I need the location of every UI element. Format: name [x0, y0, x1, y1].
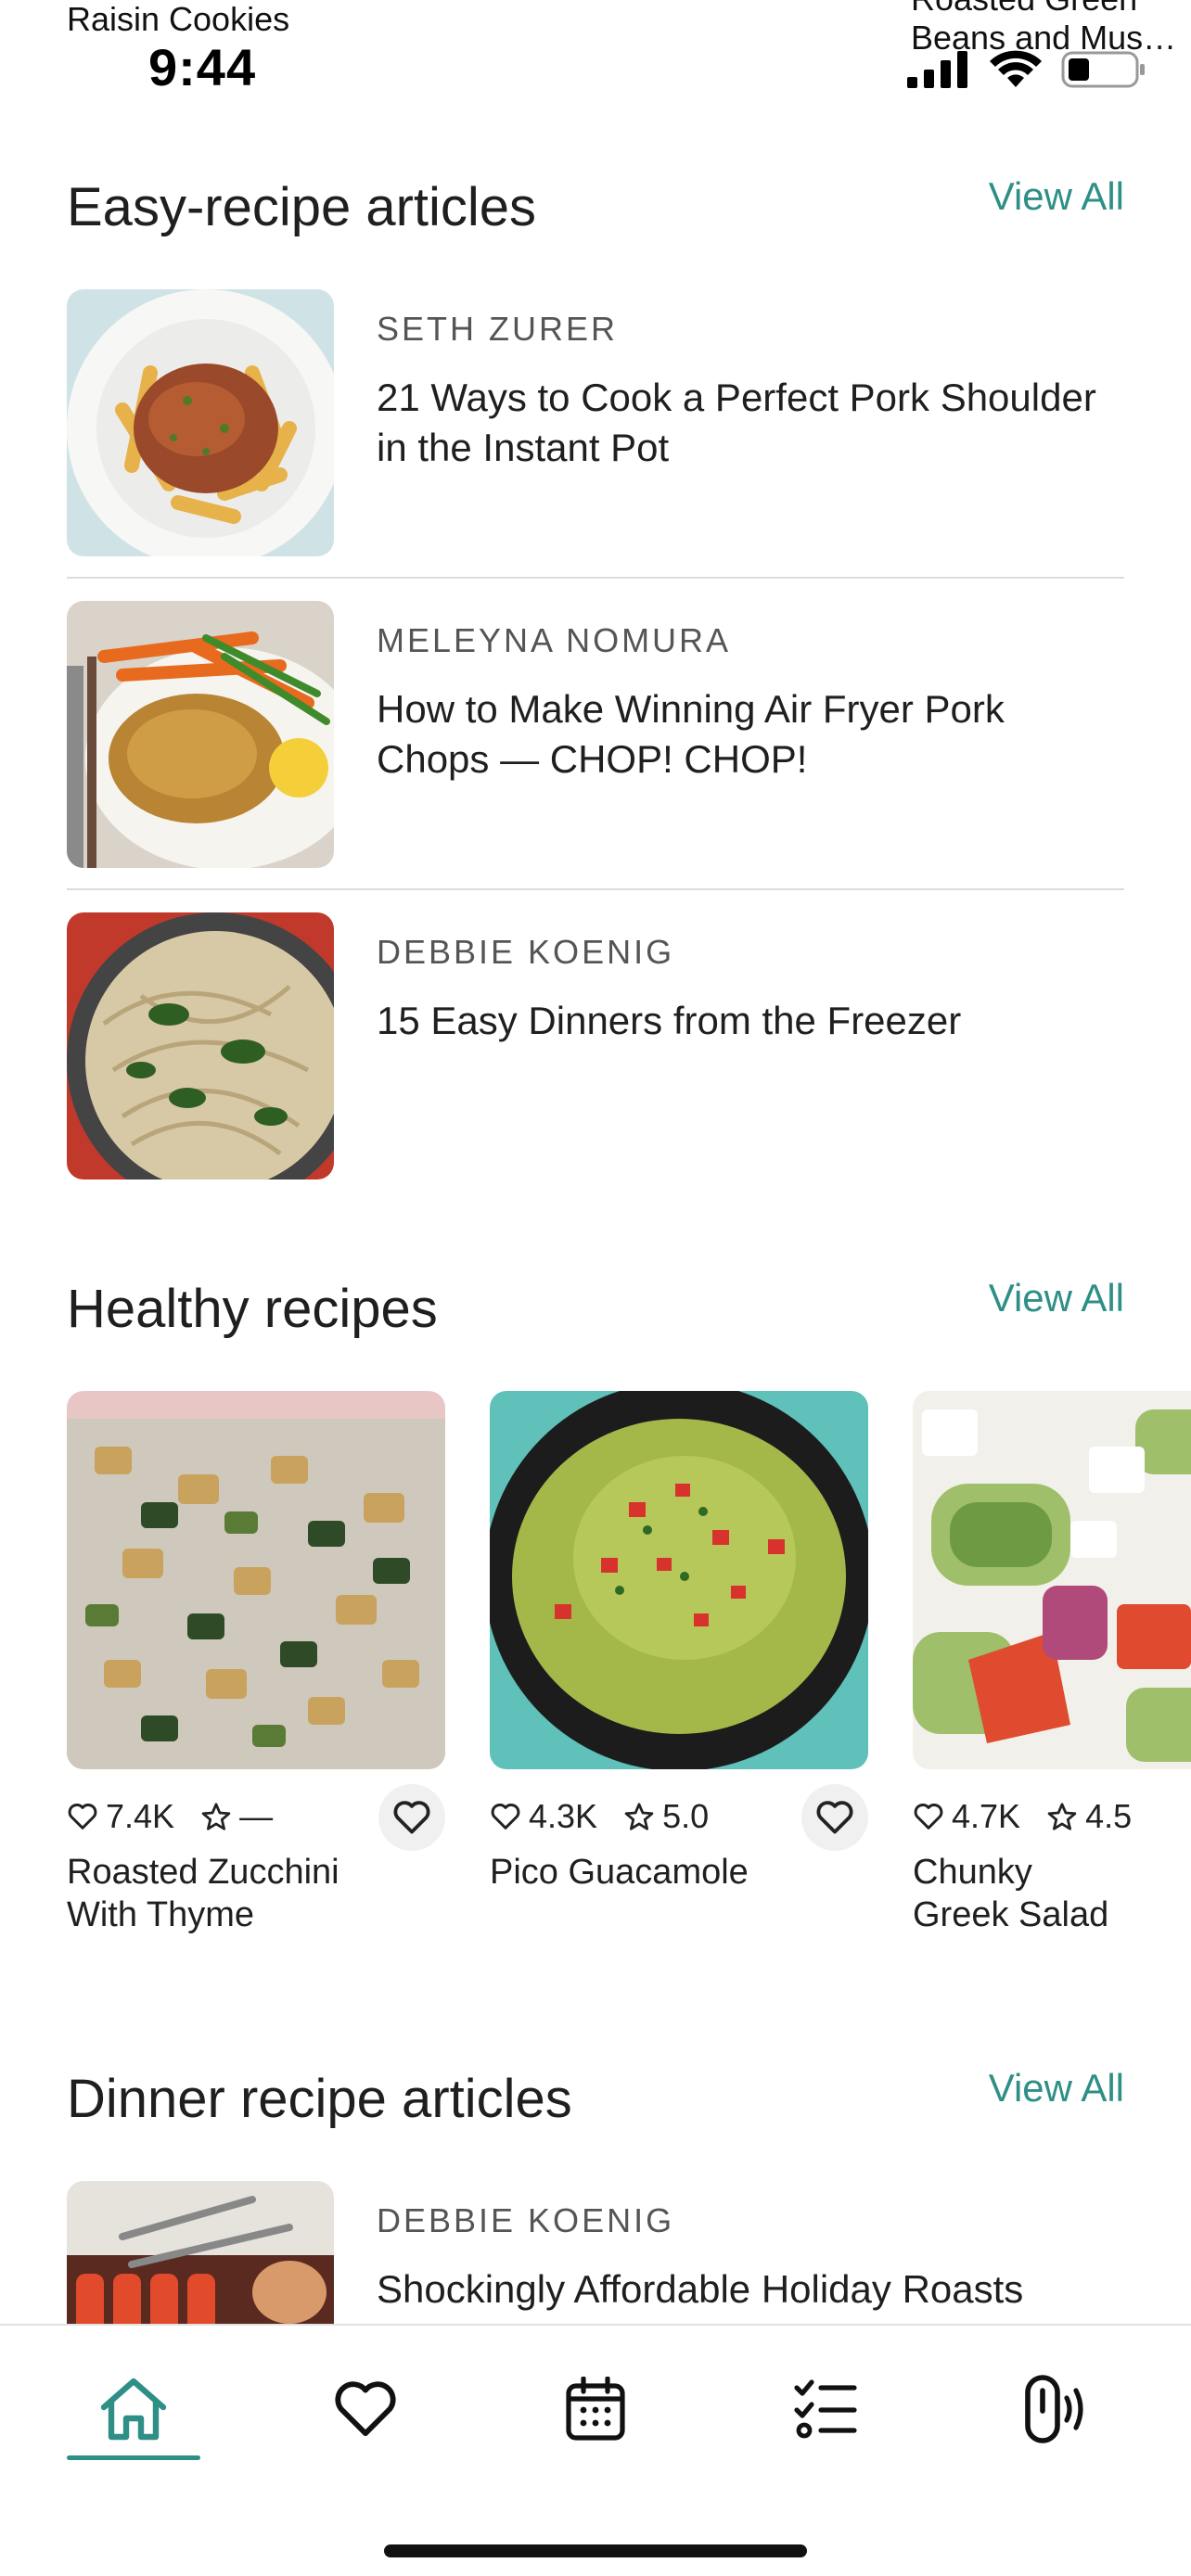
article-author: Debbie Koenig — [377, 933, 675, 971]
rating: — — [200, 1797, 273, 1836]
recipe-name: Pico Guacamole — [490, 1853, 749, 1892]
nav-home-tab[interactable] — [87, 2363, 180, 2455]
recipe-name: Chunky Greek Salad — [913, 1853, 1109, 1934]
section-title-easy-recipe: Easy-recipe articles — [67, 177, 537, 237]
nav-meal-plan-tab[interactable] — [549, 2363, 642, 2455]
heart-outline-icon — [393, 1801, 430, 1834]
recipe-card[interactable]: 7.4K — Roasted Zucchini With Thyme — [67, 1391, 445, 1936]
smart-device-icon — [1025, 2375, 1083, 2443]
calendar-icon — [566, 2377, 625, 2441]
article-thumbnail-pork-shoulder — [67, 289, 334, 556]
article-title: 21 Ways to Cook a Perfect Pork Shoulder … — [377, 376, 1096, 469]
checklist-icon — [794, 2379, 857, 2439]
recipe-image-roasted-zucchini — [67, 1391, 445, 1769]
article-author: Debbie Koenig — [377, 2201, 675, 2239]
nav-shopping-list-tab[interactable] — [779, 2363, 872, 2455]
divider — [67, 888, 1124, 890]
view-all-easy-recipe-link[interactable]: View All — [989, 174, 1124, 219]
section-title-healthy-recipes: Healthy recipes — [67, 1279, 438, 1339]
recipe-image-chunky-greek-salad — [913, 1391, 1191, 1769]
heart-outline-icon — [491, 1803, 520, 1830]
section-title-dinner-recipe: Dinner recipe articles — [67, 2069, 572, 2129]
likes-count: 7.4K — [67, 1797, 174, 1836]
likes-count: 4.7K — [913, 1797, 1020, 1836]
view-all-healthy-recipes-link[interactable]: View All — [989, 1276, 1124, 1320]
star-outline-icon — [201, 1803, 231, 1830]
favorite-button[interactable] — [378, 1784, 445, 1851]
nav-appliances-tab[interactable] — [1011, 2363, 1104, 2455]
home-icon — [100, 2378, 167, 2441]
article-title: Shockingly Affordable Holiday Roasts — [377, 2267, 1024, 2311]
recipe-meta: 4.7K 4.5 — [913, 1792, 1191, 1842]
article-card[interactable]: Debbie Koenig Shockingly Affordable Holi… — [67, 2181, 1124, 2324]
rating: 5.0 — [623, 1797, 709, 1836]
clock: 9:44 — [148, 38, 257, 96]
battery-icon — [1061, 51, 1145, 88]
back-to-app-label[interactable]: Raisin Cookies — [67, 0, 289, 39]
bottom-navigation — [0, 2324, 1191, 2576]
heart-outline-icon — [335, 2381, 396, 2437]
recipe-card[interactable]: 4.7K 4.5 Chunky Greek Salad — [913, 1391, 1191, 1936]
article-thumbnail-freezer-dinners — [67, 912, 334, 1180]
nav-favorites-tab[interactable] — [319, 2363, 412, 2455]
article-author: Seth Zurer — [377, 310, 619, 348]
recipe-image-pico-guacamole — [490, 1391, 868, 1769]
now-cooking-line1: Roasted Green — [911, 0, 1189, 19]
recipe-name: Roasted Zucchini With Thyme — [67, 1853, 339, 1934]
star-outline-icon — [1047, 1803, 1077, 1830]
favorite-button[interactable] — [801, 1784, 868, 1851]
article-author: Meleyna Nomura — [377, 621, 732, 659]
recipe-meta: 7.4K — — [67, 1784, 445, 1851]
article-thumbnail-pork-chops — [67, 601, 334, 868]
article-title: 15 Easy Dinners from the Freezer — [377, 999, 962, 1042]
heart-outline-icon — [914, 1803, 943, 1830]
article-card[interactable]: Meleyna Nomura How to Make Winning Air F… — [67, 601, 1124, 868]
likes-count: 4.3K — [490, 1797, 597, 1836]
status-icons — [907, 46, 1146, 93]
rating: 4.5 — [1046, 1797, 1132, 1836]
status-bar: Raisin Cookies 9:44 Roasted Green Beans … — [0, 0, 1191, 111]
wifi-icon — [990, 50, 1042, 87]
star-outline-icon — [624, 1803, 654, 1830]
heart-outline-icon — [816, 1801, 853, 1834]
cellular-signal-icon — [907, 51, 967, 88]
article-thumbnail-holiday-roasts — [67, 2181, 334, 2324]
recipe-meta: 4.3K 5.0 — [490, 1784, 868, 1851]
article-card[interactable]: Debbie Koenig 15 Easy Dinners from the F… — [67, 912, 1124, 1180]
article-card[interactable]: Seth Zurer 21 Ways to Cook a Perfect Por… — [67, 289, 1124, 556]
home-indicator[interactable] — [384, 2544, 807, 2557]
heart-outline-icon — [68, 1803, 97, 1830]
active-tab-indicator — [67, 2455, 200, 2460]
divider — [67, 577, 1124, 579]
article-title: How to Make Winning Air Fryer Pork Chops… — [377, 687, 1005, 781]
view-all-dinner-recipe-link[interactable]: View All — [989, 2066, 1124, 2111]
recipe-card[interactable]: 4.3K 5.0 Pico Guacamole — [490, 1391, 868, 1894]
